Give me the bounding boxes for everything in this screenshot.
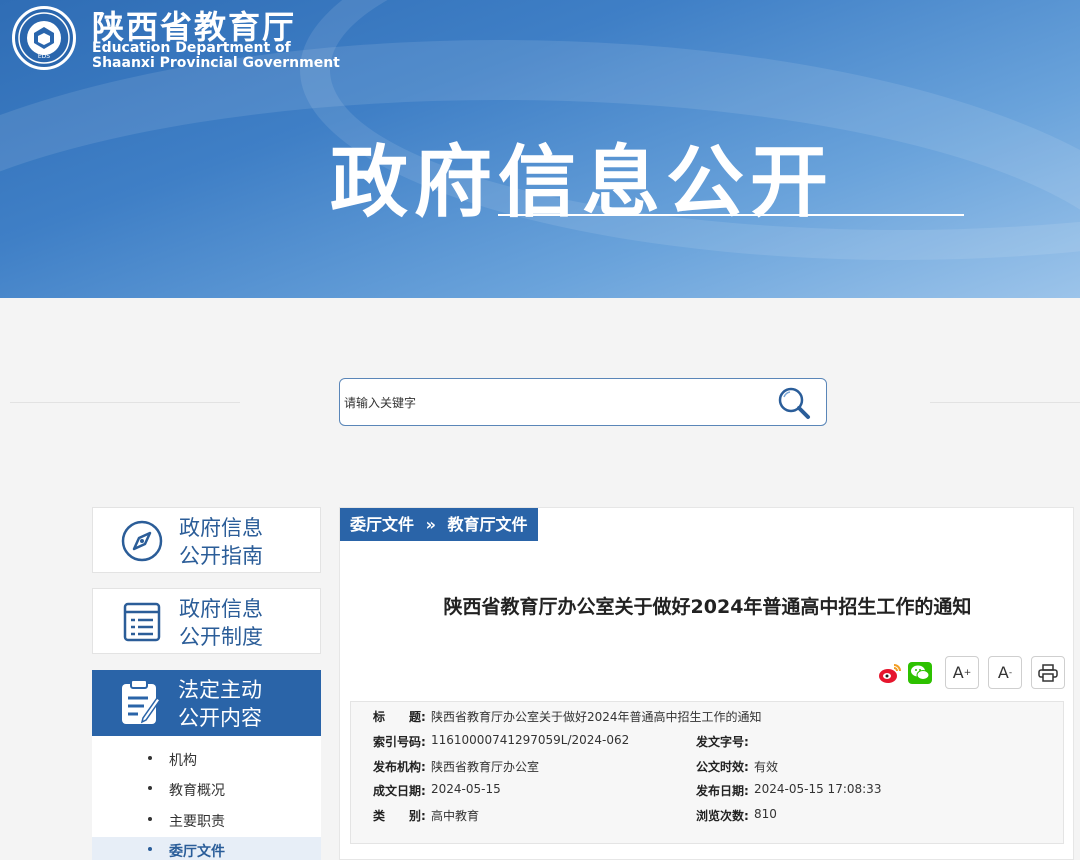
font-smaller-label: A — [997, 663, 1009, 682]
weibo-icon — [879, 664, 901, 683]
sidebar-item-policy[interactable]: 政府信息 公开制度 — [92, 588, 321, 654]
sidebar-item-guide[interactable]: 政府信息 公开指南 — [92, 507, 321, 573]
meta-label-title: 标 题: — [373, 710, 426, 724]
meta-value-validity: 有效 — [754, 760, 779, 774]
emblem-icon: EDS — [18, 12, 70, 64]
breadcrumb-link[interactable]: 委厅文件 — [350, 515, 414, 534]
search-input[interactable] — [344, 389, 764, 417]
document-metadata: 标 题: 陕西省教育厅办公室关于做好2024年普通高中招生工作的通知 索引号码:… — [350, 701, 1064, 844]
sidebar-subitem-label: 教育概况 — [169, 783, 225, 799]
divider — [10, 402, 240, 403]
sidebar-item-mandatory-disclosure[interactable]: 法定主动 公开内容 — [92, 670, 321, 736]
font-larger-button[interactable]: A + — [945, 656, 979, 689]
meta-value-title: 陕西省教育厅办公室关于做好2024年普通高中招生工作的通知 — [431, 710, 762, 724]
bullet — [148, 847, 152, 851]
meta-value-views: 810 — [754, 807, 777, 821]
meta-label-published-date: 发布日期: — [696, 784, 749, 798]
sidebar-subitem-label: 委厅文件 — [169, 844, 225, 860]
meta-label-created-date: 成文日期: — [373, 784, 426, 798]
document-title: 陕西省教育厅办公室关于做好2024年普通高中招生工作的通知 — [443, 596, 972, 618]
clipboard-edit-icon — [122, 679, 162, 724]
list-document-icon — [123, 602, 161, 642]
font-larger-label: A — [952, 663, 964, 682]
sidebar-subitem-department-documents[interactable]: 委厅文件 — [92, 837, 321, 860]
divider — [930, 402, 1080, 403]
meta-value-index: 11610000741297059L/2024-062 — [431, 733, 630, 747]
sidebar-item-label: 法定主动 公开内容 — [178, 678, 262, 730]
meta-value-created-date: 2024-05-15 — [431, 782, 501, 796]
org-name-en-line1: Education Department of — [92, 40, 291, 56]
meta-label-views: 浏览次数: — [696, 809, 749, 823]
content-panel: 委厅文件 » 教育厅文件 陕西省教育厅办公室关于做好2024年普通高中招生工作的… — [339, 507, 1074, 860]
meta-label-doc-number: 发文字号: — [696, 735, 749, 749]
meta-value-published-date: 2024-05-15 17:08:33 — [754, 782, 882, 796]
bullet — [148, 817, 152, 821]
banner-underline — [498, 214, 964, 216]
page: EDS 陕西省教育厅 Education Department of Shaan… — [0, 0, 1080, 860]
bullet — [148, 756, 152, 760]
search-bar — [339, 378, 827, 426]
sidebar-subitem-education-overview[interactable]: 教育概况 — [92, 776, 321, 806]
sidebar-subitem-main-duties[interactable]: 主要职责 — [92, 807, 321, 837]
breadcrumb-link[interactable]: 教育厅文件 — [448, 515, 528, 534]
sidebar-sublist: 机构 教育概况 主要职责 委厅文件 — [92, 736, 321, 860]
breadcrumb-separator: » — [425, 515, 436, 534]
compass-icon — [121, 520, 163, 562]
search-button[interactable] — [774, 385, 814, 421]
meta-value-category: 高中教育 — [431, 809, 480, 823]
org-logo[interactable]: EDS — [12, 6, 76, 70]
header-banner: EDS 陕西省教育厅 Education Department of Shaan… — [0, 0, 1080, 298]
meta-label-validity: 公文时效: — [696, 760, 749, 774]
meta-label-issuer: 发布机构: — [373, 760, 426, 774]
breadcrumb: 委厅文件 » 教育厅文件 — [340, 508, 538, 541]
sidebar-item-label: 政府信息 公开指南 — [179, 516, 263, 568]
printer-icon — [1038, 663, 1058, 682]
sidebar-subitem-label: 主要职责 — [169, 814, 225, 830]
font-smaller-sup: - — [1008, 667, 1013, 678]
meta-label-category: 类 别: — [373, 809, 426, 823]
wechat-share-button[interactable] — [908, 662, 932, 684]
search-icon — [778, 387, 810, 419]
sidebar-subitem-label: 机构 — [169, 753, 197, 769]
weibo-share-button[interactable] — [878, 662, 902, 684]
wechat-icon — [908, 662, 932, 684]
svg-text:EDS: EDS — [38, 53, 50, 60]
sidebar-item-label: 政府信息 公开制度 — [179, 597, 263, 649]
org-name-en-line2: Shaanxi Provincial Government — [92, 55, 340, 71]
bullet — [148, 786, 152, 790]
font-smaller-button[interactable]: A- — [988, 656, 1022, 689]
sidebar-subitem-organization[interactable]: 机构 — [92, 746, 321, 776]
meta-value-issuer: 陕西省教育厅办公室 — [431, 760, 540, 774]
font-larger-sup: + — [963, 667, 972, 678]
print-button[interactable] — [1031, 656, 1065, 689]
meta-label-index: 索引号码: — [373, 735, 426, 749]
